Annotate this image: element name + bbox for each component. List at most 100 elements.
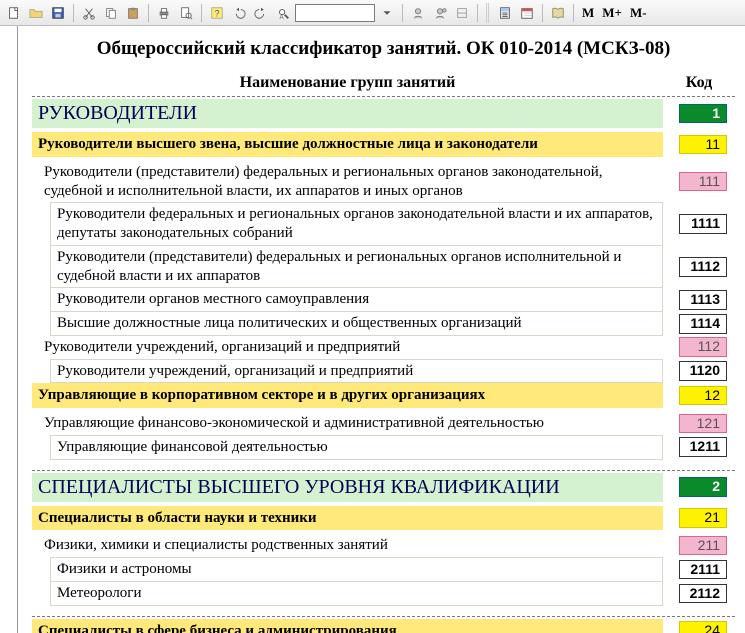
row-code-cell: 1112: [663, 246, 735, 289]
row-text: Руководители высшего звена, высшие должн…: [32, 132, 663, 157]
code-badge: 1120: [679, 361, 727, 381]
help-icon[interactable]: ?: [207, 3, 227, 23]
row-code-cell: 111: [663, 161, 735, 203]
new-file-icon[interactable]: [4, 3, 24, 23]
code-badge: 11: [679, 135, 727, 155]
print-icon[interactable]: [154, 3, 174, 23]
calendar-icon[interactable]: [517, 3, 537, 23]
row-code-cell: 121: [663, 412, 735, 435]
column-header-name: Наименование групп занятий: [32, 74, 663, 92]
search-dropdown-icon[interactable]: [377, 3, 397, 23]
row-text: Специалисты в области науки и техники: [32, 506, 663, 531]
row-text: Руководители органов местного самоуправл…: [50, 288, 663, 312]
row-text: Физики, химики и специалисты родственных…: [38, 534, 663, 557]
row-code-cell: 11: [663, 132, 735, 157]
row-text: Специалисты в сфере бизнеса и администри…: [32, 619, 663, 633]
classifier-block: Специалисты в сфере бизнеса и администри…: [32, 619, 735, 633]
code-badge: 1: [679, 104, 727, 124]
classifier-row: Физики и астрономы 2111: [32, 557, 735, 582]
row-code-cell: 1114: [663, 312, 735, 336]
classifier-block: СПЕЦИАЛИСТЫ ВЫСШЕГО УРОВНЯ КВАЛИФИКАЦИИ2…: [32, 473, 735, 606]
code-badge: 2111: [679, 560, 727, 580]
classifier-row: Специалисты в сфере бизнеса и администри…: [32, 619, 735, 633]
row-text: Руководители (представители) федеральных…: [50, 246, 663, 289]
classifier-row: Руководители учреждений, организаций и п…: [32, 336, 735, 359]
find-icon[interactable]: A: [273, 3, 293, 23]
tool-icon-1[interactable]: [408, 3, 428, 23]
open-folder-icon[interactable]: [26, 3, 46, 23]
tool-icon-2[interactable]: [430, 3, 450, 23]
row-text: Руководители учреждений, организаций и п…: [38, 336, 663, 359]
toolbar: ? A M M+ M-: [0, 0, 745, 26]
code-badge: 2: [679, 477, 727, 497]
toolbar-separator: [73, 4, 74, 22]
memory-mminus-button[interactable]: M-: [627, 5, 650, 21]
document-area: Общероссийский классификатор занятий. ОК…: [0, 26, 745, 633]
print-preview-icon[interactable]: [176, 3, 196, 23]
row-code-cell: 21: [663, 506, 735, 531]
row-text: Физики и астрономы: [50, 557, 663, 582]
memory-m-button[interactable]: M: [579, 5, 597, 21]
tool-icon-3[interactable]: [452, 3, 472, 23]
divider: [32, 470, 735, 471]
save-icon[interactable]: [48, 3, 68, 23]
svg-text:?: ?: [215, 8, 220, 18]
row-code-cell: 1: [663, 99, 735, 128]
cut-icon[interactable]: [79, 3, 99, 23]
redo-icon[interactable]: [251, 3, 271, 23]
row-text: РУКОВОДИТЕЛИ: [32, 99, 663, 128]
classifier-row: Высшие должностные лица политических и о…: [32, 312, 735, 336]
code-badge: 1211: [679, 437, 727, 457]
code-badge: 1113: [679, 290, 727, 310]
row-code-cell: 1111: [663, 202, 735, 246]
classifier-row: РУКОВОДИТЕЛИ 1: [32, 99, 735, 128]
copy-icon[interactable]: [101, 3, 121, 23]
classifier-row: Управляющие финансово-экономической и ад…: [32, 412, 735, 435]
document-title: Общероссийский классификатор занятий. ОК…: [32, 38, 735, 60]
search-input[interactable]: [295, 4, 375, 22]
classifier-row: СПЕЦИАЛИСТЫ ВЫСШЕГО УРОВНЯ КВАЛИФИКАЦИИ2: [32, 473, 735, 502]
row-code-cell: 1120: [663, 359, 735, 384]
toolbar-separator: [573, 4, 574, 22]
row-code-cell: 1113: [663, 288, 735, 312]
toolbar-grip: [486, 3, 490, 23]
paste-icon[interactable]: [123, 3, 143, 23]
code-badge: 12: [679, 386, 727, 406]
code-badge: 2112: [679, 584, 727, 604]
row-text: Руководители (представители) федеральных…: [38, 161, 663, 203]
row-code-cell: 211: [663, 534, 735, 557]
row-text: Управляющие финансово-экономической и ад…: [38, 412, 663, 435]
row-code-cell: 112: [663, 336, 735, 359]
book-icon[interactable]: [548, 3, 568, 23]
undo-icon[interactable]: [229, 3, 249, 23]
classifier-row: Управляющие финансовой деятельностью 1211: [32, 435, 735, 460]
code-badge: 211: [679, 536, 727, 556]
row-code-cell: 24: [663, 619, 735, 633]
row-code-cell: 1211: [663, 435, 735, 460]
row-text: Высшие должностные лица политических и о…: [50, 312, 663, 336]
classifier-row: Руководители федеральных и региональных …: [32, 202, 735, 246]
code-badge: 21: [679, 508, 727, 528]
calculator-icon[interactable]: [495, 3, 515, 23]
toolbar-separator: [477, 4, 478, 22]
toolbar-separator: [402, 4, 403, 22]
classifier-row: Руководители (представители) федеральных…: [32, 246, 735, 289]
classifier-row: Руководители высшего звена, высшие должн…: [32, 132, 735, 157]
vertical-ruler: [0, 26, 18, 633]
classifier-row: Руководители учреждений, организаций и п…: [32, 359, 735, 384]
code-badge: 1111: [679, 214, 727, 234]
row-text: Руководители учреждений, организаций и п…: [50, 359, 663, 384]
divider: [32, 96, 735, 97]
column-headers: Наименование групп занятий Код: [32, 74, 735, 92]
code-badge: 112: [679, 337, 727, 357]
classifier-row: Руководители (представители) федеральных…: [32, 161, 735, 203]
classifier-row: Физики, химики и специалисты родственных…: [32, 534, 735, 557]
toolbar-separator: [201, 4, 202, 22]
code-badge: 121: [679, 414, 727, 434]
code-badge: 1114: [679, 314, 727, 334]
code-badge: 111: [679, 172, 727, 192]
memory-mplus-button[interactable]: M+: [599, 5, 625, 21]
row-text: Управляющие финансовой деятельностью: [50, 435, 663, 460]
classifier-row: Метеорологи2112: [32, 582, 735, 606]
code-badge: 1112: [679, 257, 727, 277]
